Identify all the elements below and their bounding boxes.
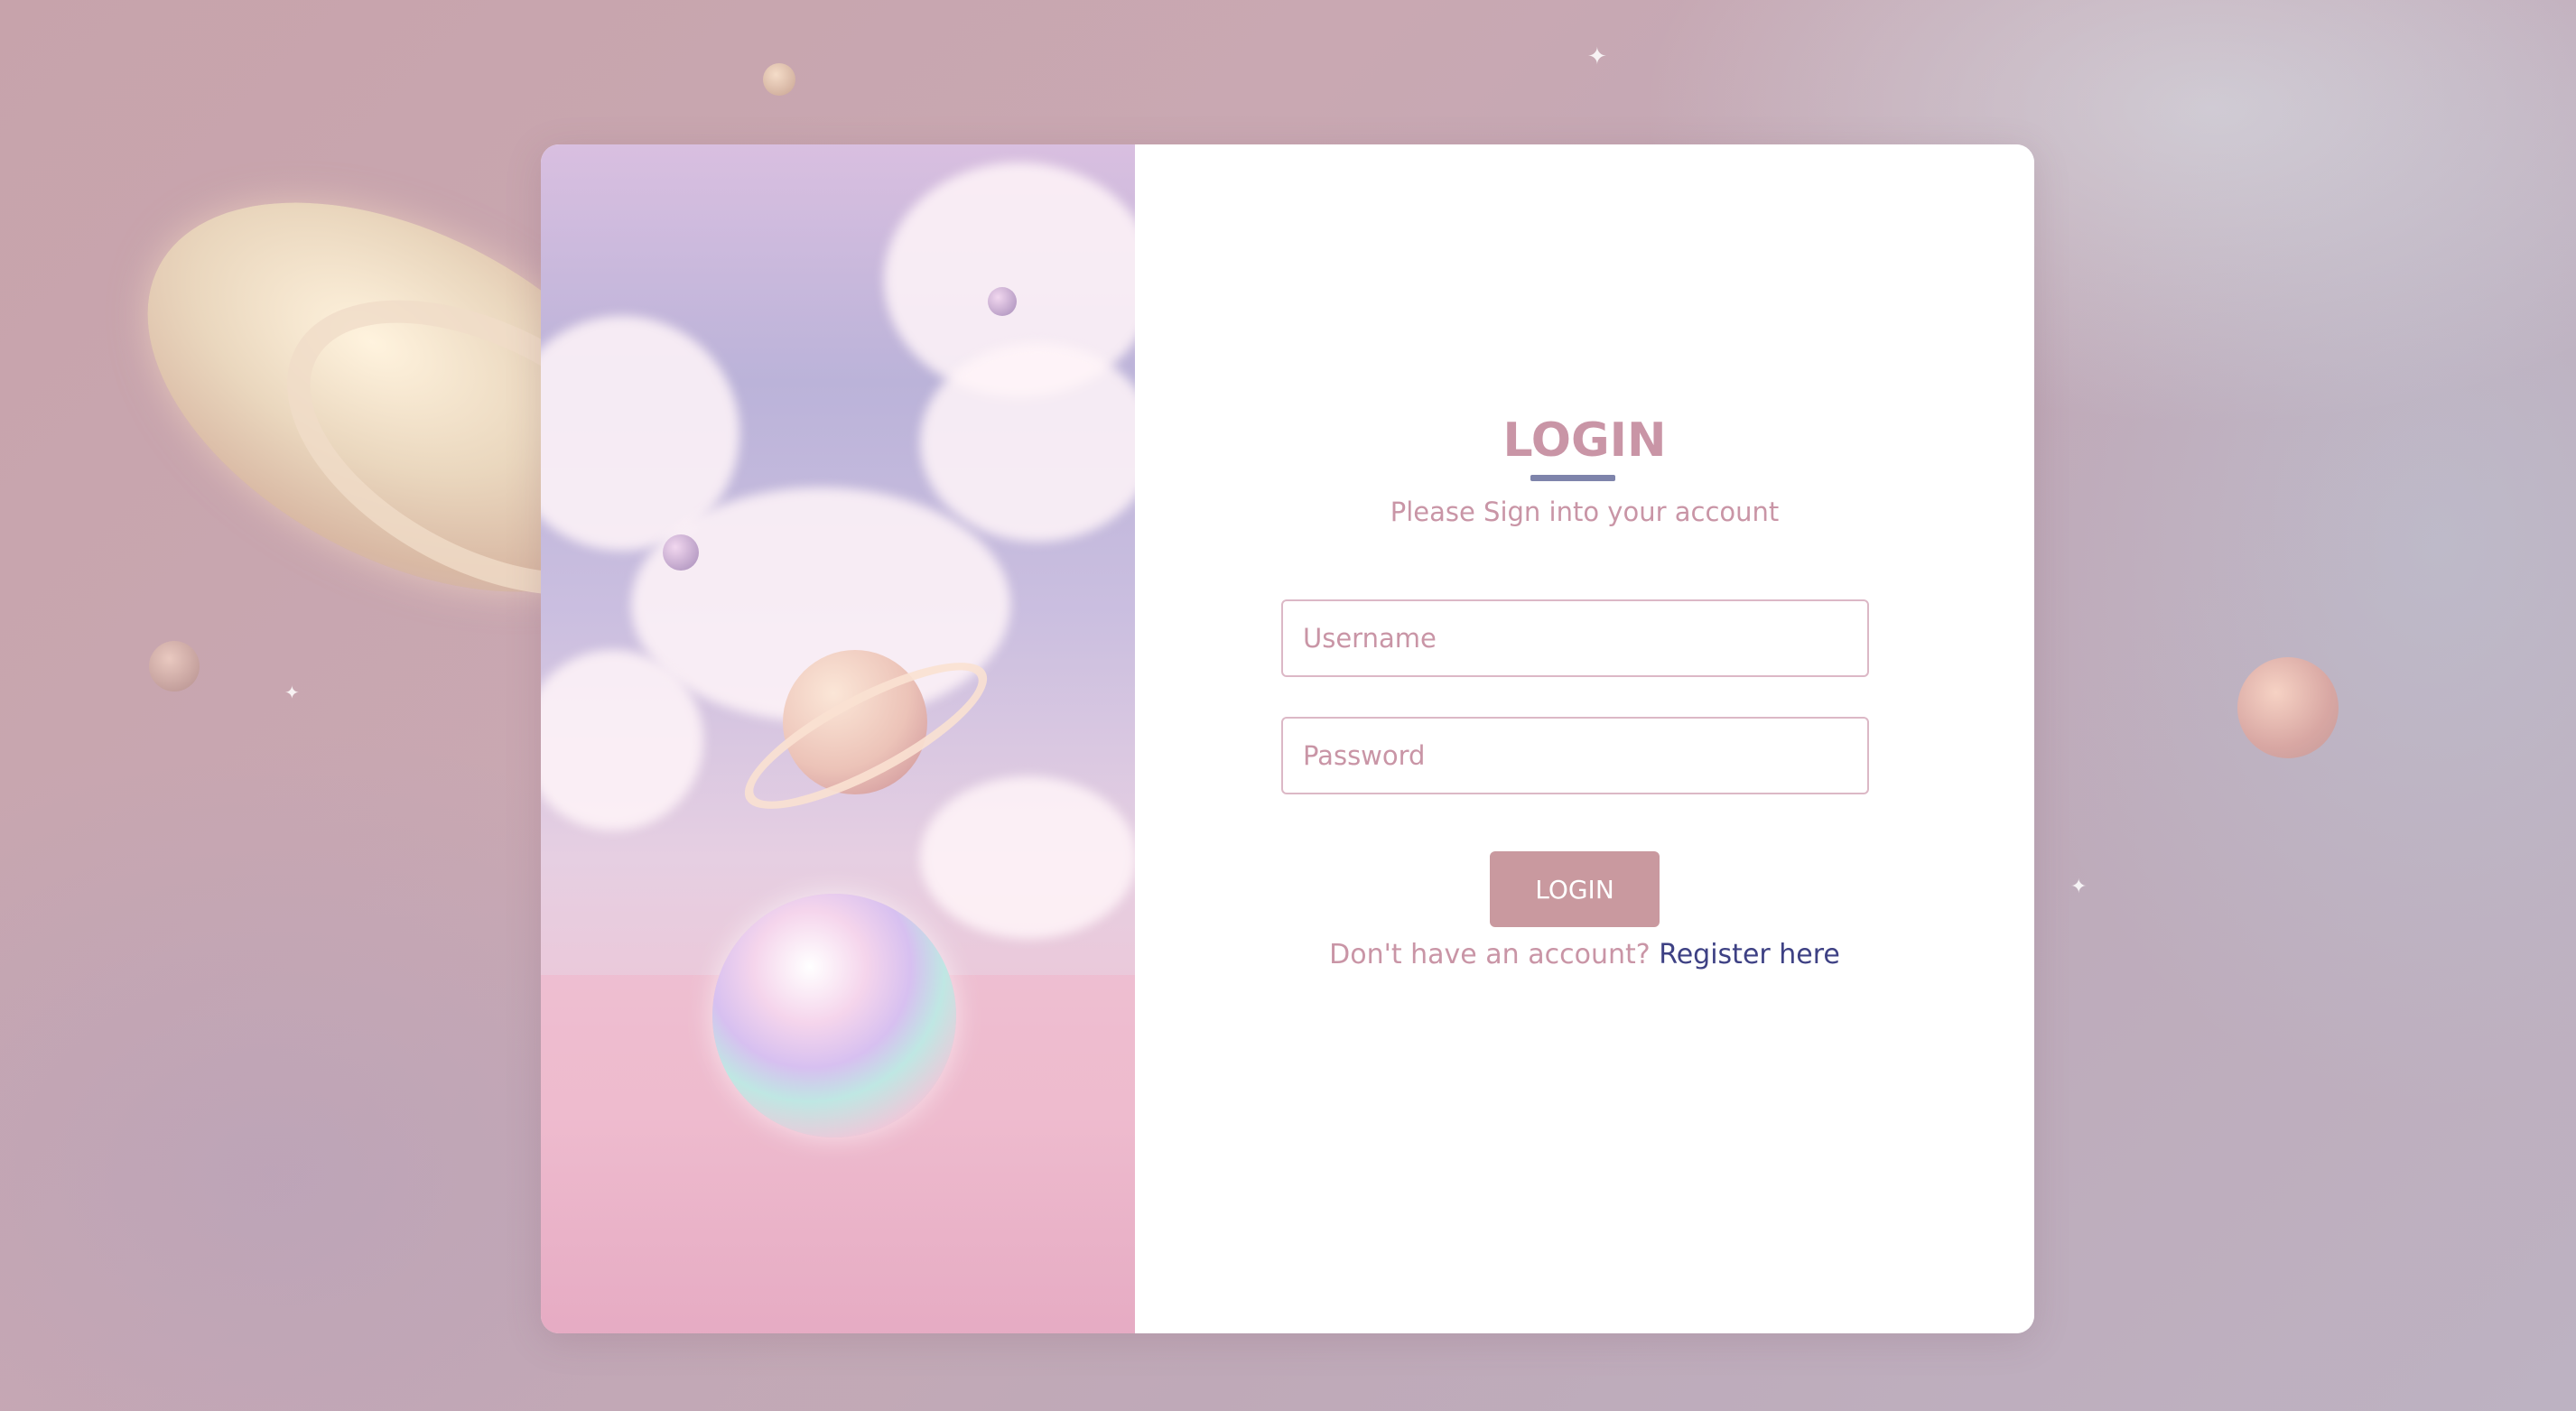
- login-button[interactable]: LOGIN: [1490, 851, 1660, 927]
- iridescent-sphere-decoration: [712, 894, 956, 1137]
- bubble-decoration: [663, 534, 699, 571]
- register-prompt-line: Don't have an account? Register here: [1135, 939, 2034, 970]
- pink-moon-decoration: [2237, 657, 2339, 758]
- register-link[interactable]: Register here: [1659, 939, 1840, 970]
- password-input[interactable]: [1281, 717, 1869, 794]
- title-underline: [1530, 475, 1615, 481]
- login-title: LOGIN: [1502, 413, 1667, 468]
- bubble-decoration: [988, 287, 1017, 316]
- dreamy-space-illustration: [541, 144, 1135, 1333]
- login-card: LOGIN Please Sign into your account LOGI…: [541, 144, 2034, 1333]
- sparkle-icon: ✦: [1587, 43, 1607, 70]
- register-prompt-text: Don't have an account?: [1329, 939, 1651, 970]
- sparkle-icon: ✦: [284, 682, 300, 703]
- cloud-decoration: [920, 343, 1135, 542]
- small-moon-decoration: [763, 63, 795, 96]
- login-form-panel: LOGIN Please Sign into your account LOGI…: [1135, 144, 2034, 1333]
- small-moon-decoration: [149, 641, 200, 692]
- login-subtitle: Please Sign into your account: [1390, 497, 1780, 527]
- cloud-decoration: [920, 776, 1135, 939]
- sparkle-icon: ✦: [2070, 876, 2088, 898]
- username-input[interactable]: [1281, 599, 1869, 677]
